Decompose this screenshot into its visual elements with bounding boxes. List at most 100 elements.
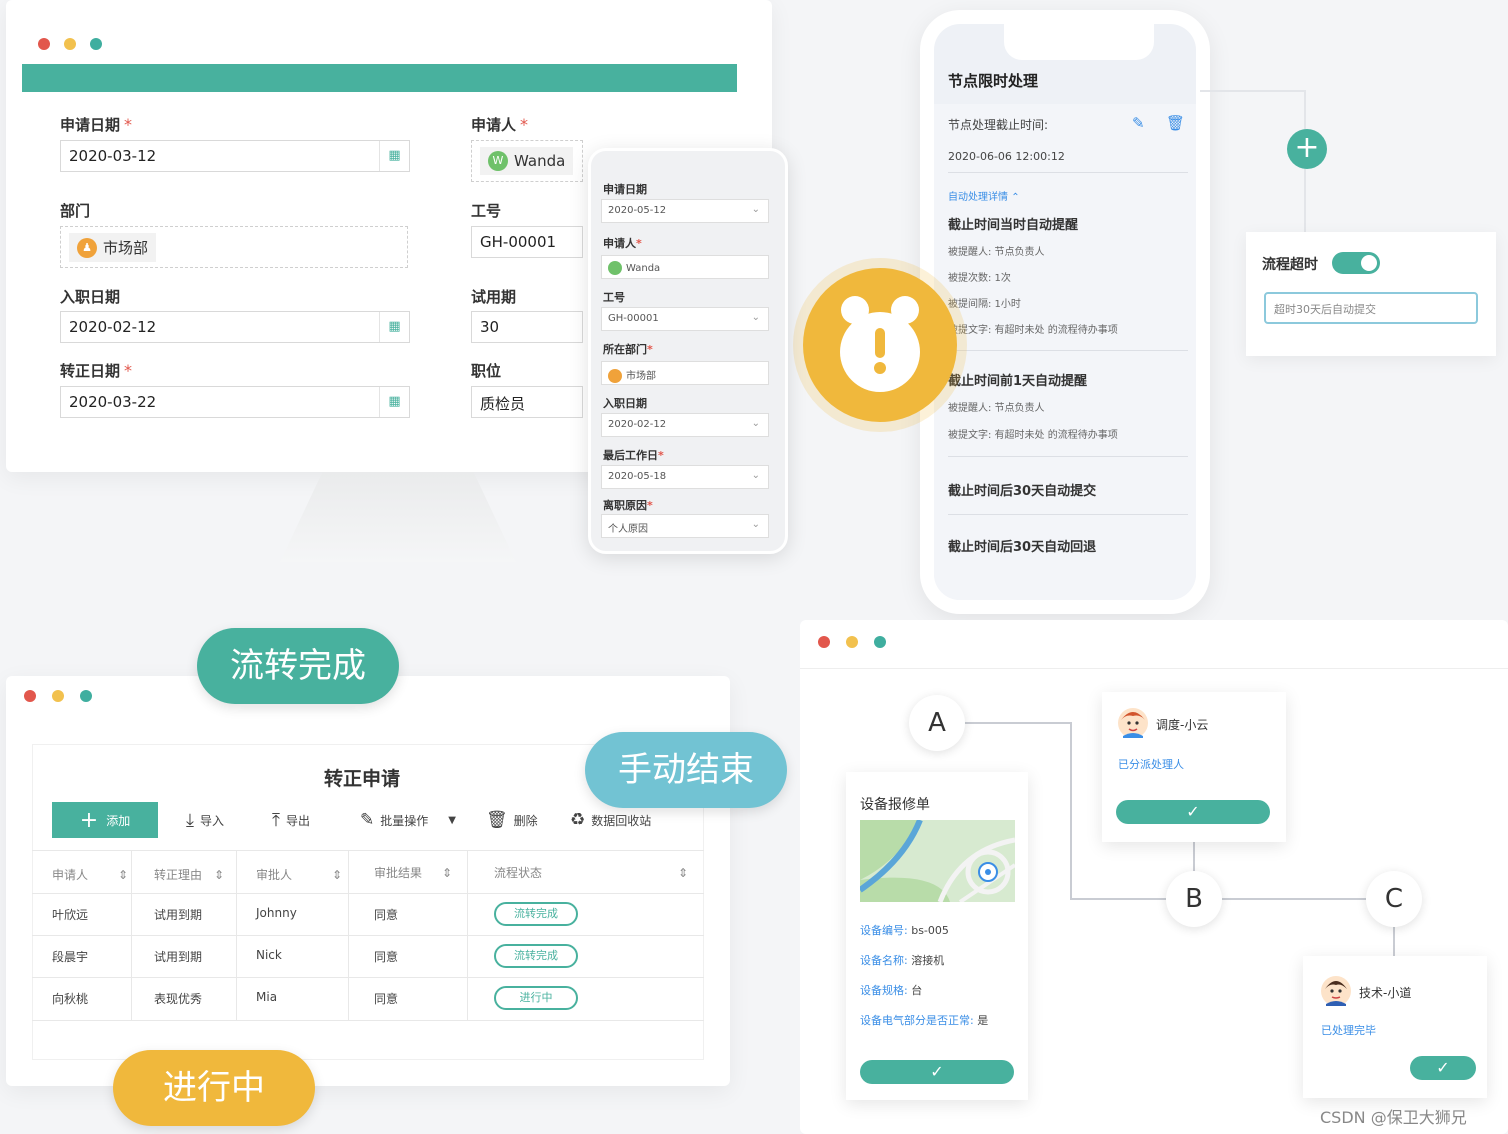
- col-header-reason[interactable]: 转正理由 ⇕: [154, 866, 224, 883]
- divider: [948, 172, 1188, 173]
- col-header-approver[interactable]: 审批人 ⇕: [256, 866, 342, 883]
- m-last-day-input[interactable]: 2020-05-18 ⌄: [601, 465, 769, 489]
- table-cell: 试用到期: [154, 950, 203, 964]
- table-cell: 同意: [374, 992, 399, 1006]
- sort-icon[interactable]: ⇕: [332, 868, 342, 882]
- maximize-dot[interactable]: [874, 636, 886, 648]
- status-badge: 流转完成: [494, 944, 578, 968]
- calendar-icon[interactable]: ▦: [379, 141, 409, 171]
- flow-node-b[interactable]: B: [1166, 871, 1222, 927]
- detail-toggle[interactable]: 自动处理详情 ⌃: [948, 188, 1020, 203]
- alarm-clock-icon: [803, 268, 957, 422]
- edit-icon[interactable]: ✎: [1132, 114, 1145, 132]
- empno-input[interactable]: GH-00001: [471, 226, 583, 258]
- calendar-icon[interactable]: ▦: [379, 387, 409, 417]
- applicant-label: 申请人 *: [471, 115, 529, 134]
- batch-button[interactable]: ✎ 批量操作 ▼: [360, 810, 456, 830]
- timeout-input[interactable]: 超时30天后自动提交: [1264, 292, 1478, 324]
- col-header-result[interactable]: 审批结果 ⇕: [374, 864, 452, 881]
- flow-node-a[interactable]: A: [909, 695, 965, 751]
- sort-icon[interactable]: ⇕: [118, 868, 128, 882]
- rule1-interval: 被提间隔: 1小时: [948, 299, 1021, 310]
- calendar-icon[interactable]: ▦: [379, 312, 409, 342]
- tech-card: 技术-小道 已处理完毕 ✓: [1303, 956, 1487, 1098]
- probation-input[interactable]: 30: [471, 311, 583, 343]
- m-join-date-input[interactable]: 2020-02-12 ⌄: [601, 413, 769, 437]
- empno-label: 工号: [471, 202, 502, 220]
- table-cell: 段晨宇: [52, 950, 89, 964]
- trash-icon[interactable]: 🗑: [1166, 114, 1185, 132]
- done-badge: 流转完成: [197, 628, 399, 704]
- deadline-label: 节点处理截止时间:: [948, 118, 1049, 132]
- close-dot[interactable]: [38, 38, 50, 50]
- add-button[interactable]: + 添加: [52, 802, 158, 838]
- chevron-down-icon: ⌄: [751, 312, 760, 323]
- download-icon: ⤓: [186, 810, 194, 831]
- confirm-button[interactable]: ✓: [1410, 1056, 1476, 1080]
- check-icon: ✓: [1436, 1058, 1450, 1077]
- chevron-down-icon: ⌄: [751, 418, 760, 429]
- rule4-title: 截止时间后30天自动回退: [948, 540, 1097, 555]
- m-join-date-label: 入职日期: [603, 397, 647, 410]
- divider: [948, 456, 1188, 457]
- table-cell: Johnny: [256, 906, 297, 920]
- table-cell: 试用到期: [154, 908, 203, 922]
- dept-field[interactable]: ♟ 市场部: [60, 226, 408, 268]
- confirm-button[interactable]: ✓: [860, 1060, 1014, 1084]
- deadline-title: 节点限时处理: [948, 72, 1039, 90]
- close-dot[interactable]: [24, 690, 36, 702]
- phone-screen: 节点限时处理 节点处理截止时间: ✎ 🗑 2020-06-06 12:00:12…: [934, 24, 1196, 600]
- m-dept-label: 所在部门*: [603, 343, 653, 356]
- sort-icon[interactable]: ⇕: [214, 868, 224, 882]
- recycle-button[interactable]: ♻ 数据回收站: [570, 810, 651, 830]
- window-controls: [818, 636, 886, 648]
- watermark: CSDN @保卫大狮兄: [1320, 1108, 1467, 1127]
- minimize-dot[interactable]: [846, 636, 858, 648]
- export-button[interactable]: ⤒ 导出: [272, 810, 310, 831]
- join-date-label: 入职日期: [60, 288, 121, 306]
- add-node-button[interactable]: +: [1287, 129, 1327, 169]
- maximize-dot[interactable]: [80, 690, 92, 702]
- applicant-field[interactable]: W Wanda: [471, 140, 583, 182]
- table-cell: 表现优秀: [154, 992, 203, 1006]
- avatar: W: [488, 151, 508, 171]
- sort-icon[interactable]: ⇕: [678, 866, 688, 880]
- col-header-status[interactable]: 流程状态 ⇕: [494, 864, 688, 881]
- flow-node-c[interactable]: C: [1366, 871, 1422, 927]
- import-button[interactable]: ⤓ 导入: [186, 810, 224, 831]
- tech-name: 技术-小道: [1359, 986, 1412, 1000]
- department-icon: ♟: [77, 237, 97, 258]
- m-last-day-label: 最后工作日*: [603, 449, 664, 462]
- device-spec-row: 设备规格: 台: [860, 984, 923, 997]
- window-controls: [38, 38, 102, 50]
- timeout-card: 流程超时 超时30天后自动提交: [1246, 232, 1496, 356]
- rule1-remind-who: 被提醒人: 节点负责人: [948, 247, 1045, 258]
- phone-notch: [1004, 24, 1154, 60]
- check-icon: ✓: [1186, 802, 1200, 821]
- minimize-dot[interactable]: [64, 38, 76, 50]
- m-empno-label: 工号: [603, 291, 625, 304]
- m-apply-date-input[interactable]: 2020-05-12 ⌄: [601, 199, 769, 223]
- minimize-dot[interactable]: [52, 690, 64, 702]
- m-empno-input[interactable]: GH-00001 ⌄: [601, 307, 769, 331]
- sort-icon[interactable]: ⇕: [442, 866, 452, 880]
- regular-date-input[interactable]: 2020-03-22 ▦: [60, 386, 410, 418]
- timeout-toggle[interactable]: [1332, 252, 1380, 274]
- apply-date-input[interactable]: 2020-03-12 ▦: [60, 140, 410, 172]
- table-cell: 向秋桃: [52, 992, 89, 1006]
- tech-status: 已处理完毕: [1321, 1024, 1376, 1037]
- confirm-button[interactable]: ✓: [1116, 800, 1270, 824]
- delete-button[interactable]: 🗑 删除: [486, 810, 538, 830]
- apply-date-label: 申请日期 *: [60, 115, 133, 134]
- m-dept-input[interactable]: 市场部: [601, 361, 769, 385]
- position-input[interactable]: 质检员: [471, 386, 583, 418]
- col-header-applicant[interactable]: 申请人 ⇕: [52, 866, 128, 883]
- join-date-input[interactable]: 2020-02-12 ▦: [60, 311, 410, 343]
- repair-card: 设备报修单 设备编号: bs-005 设备名称: 溶接机 设备规格: 台 设备电…: [846, 772, 1028, 1100]
- m-applicant-input[interactable]: Wanda: [601, 255, 769, 279]
- m-reason-input[interactable]: 个人原因 ⌄: [601, 514, 769, 538]
- maximize-dot[interactable]: [90, 38, 102, 50]
- status-badge: 进行中: [494, 986, 578, 1010]
- close-dot[interactable]: [818, 636, 830, 648]
- rule1-times: 被提次数: 1次: [948, 273, 1011, 284]
